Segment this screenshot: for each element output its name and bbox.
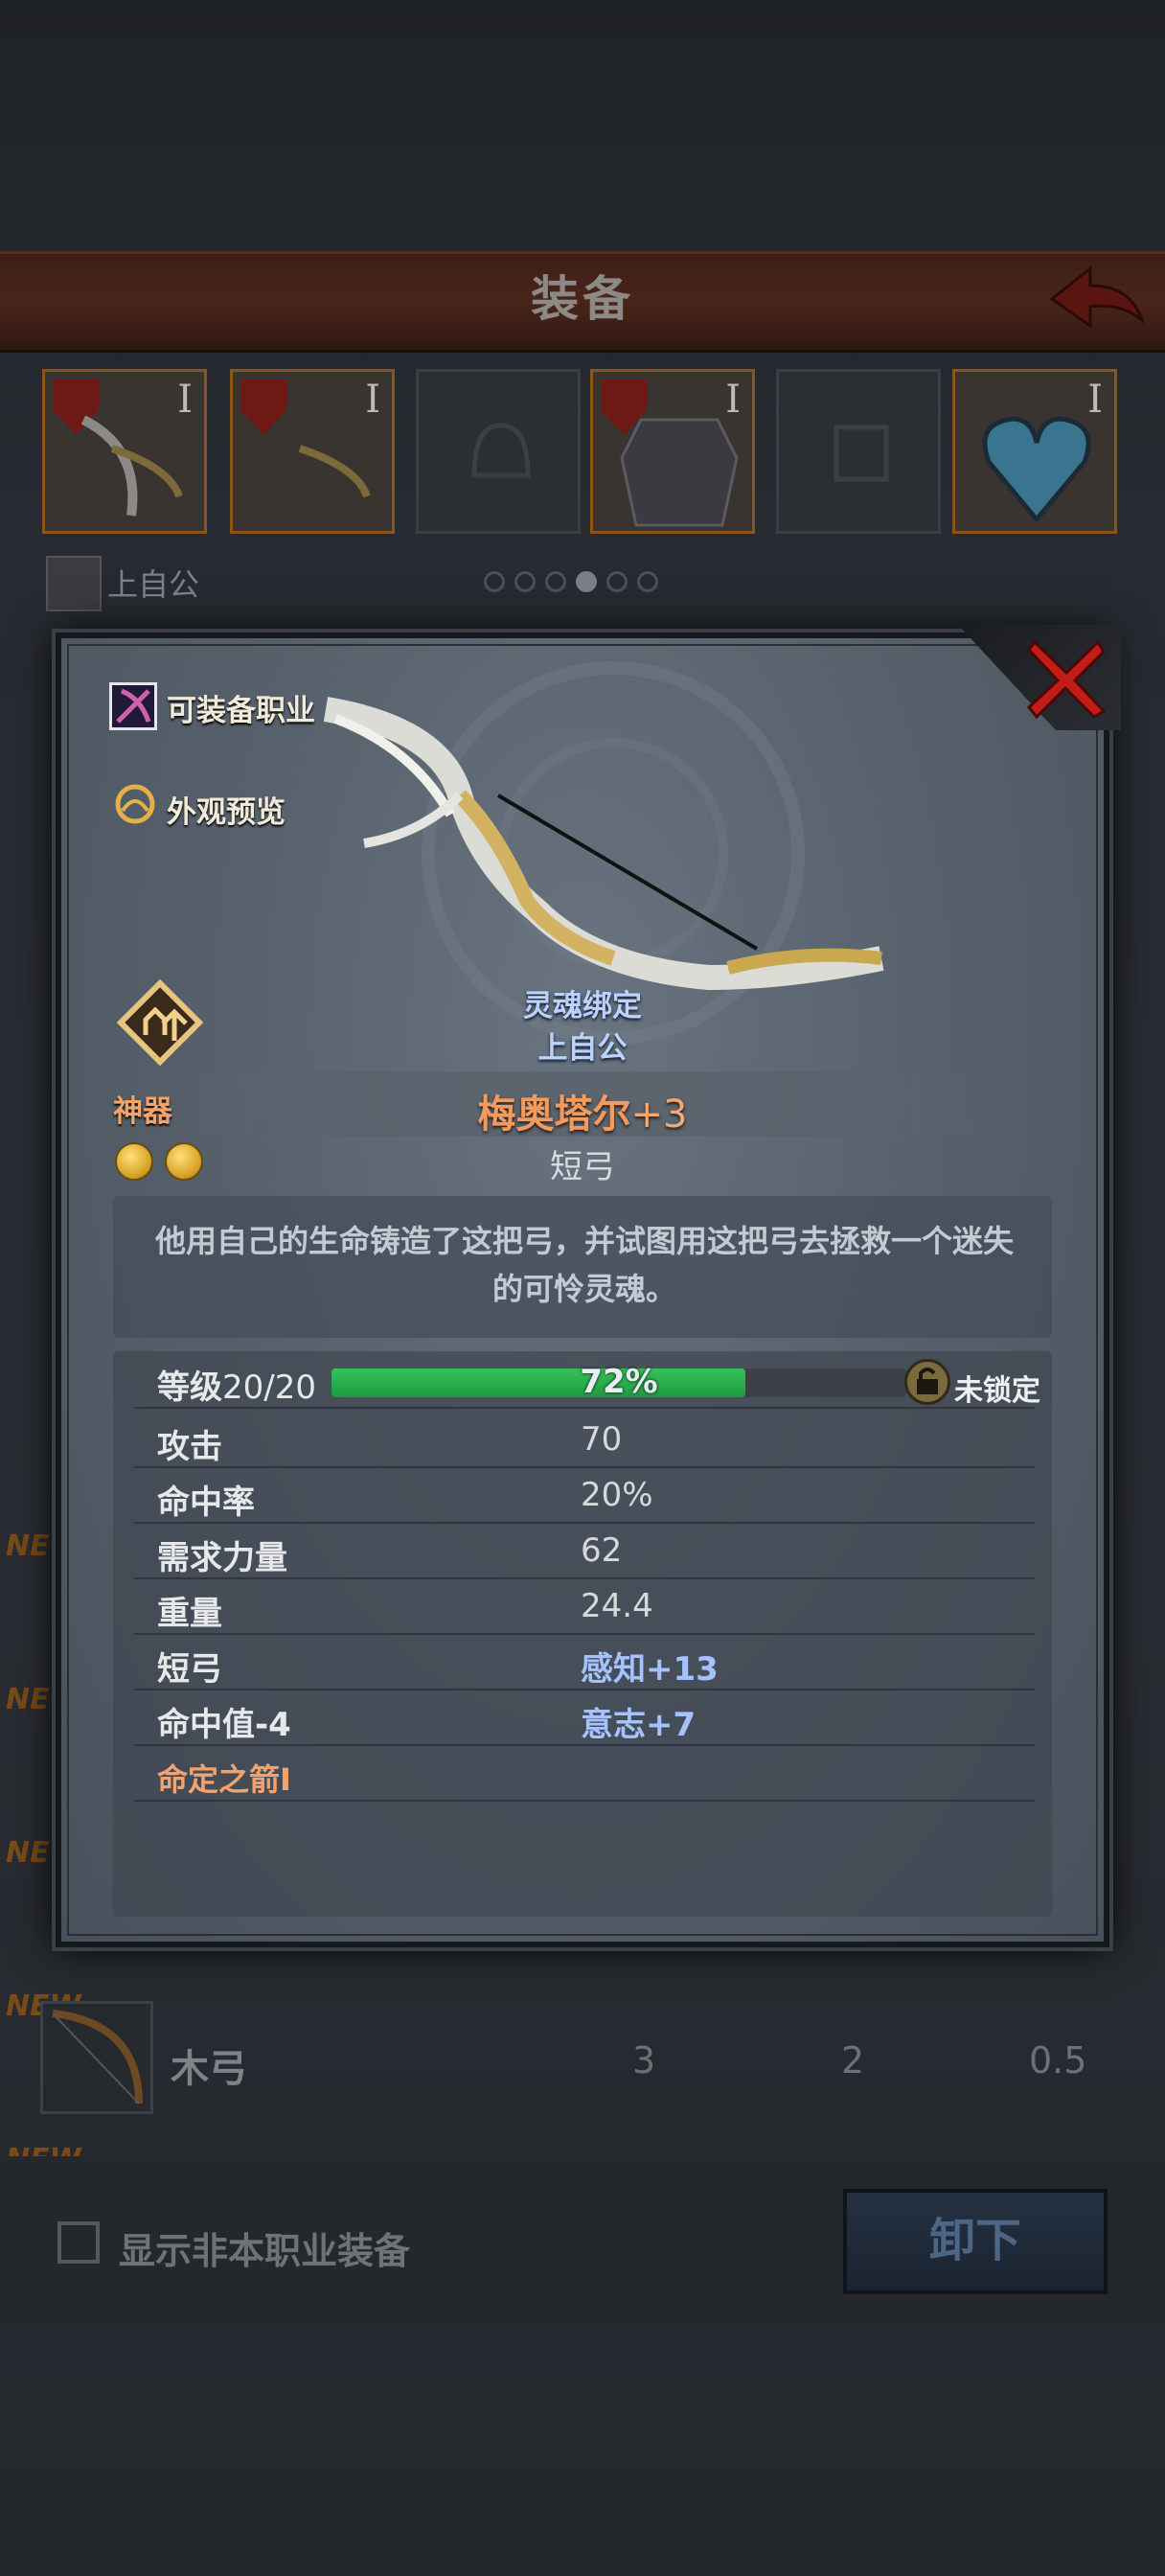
equip-slot-1[interactable]: I [42,369,207,534]
close-icon [1026,639,1107,720]
equip-slot-2[interactable]: I [230,369,395,534]
equip-slot-3-empty[interactable] [416,369,581,534]
close-button[interactable] [1023,634,1109,721]
item-enhance-level: +3 [630,1092,688,1137]
wooden-bow-icon [52,2010,143,2104]
exp-percent: 72% [580,1363,658,1401]
heart-amulet-icon [982,416,1091,523]
stat-value: 20% [581,1476,653,1514]
page-dot [606,571,628,592]
appearance-preview-button[interactable]: 外观预览 [167,788,286,831]
item-name: 梅奥塔尔+3 [0,1083,1165,1138]
bow-icon [298,445,371,498]
back-button[interactable] [1044,261,1150,337]
bonus-right: 意志+7 [581,1706,697,1744]
page-dot-active [576,571,597,592]
show-other-class-label: 显示非本职业装备 [119,2230,411,2272]
stat-label: 攻击 [157,1428,222,1466]
show-other-class-checkbox[interactable] [57,2221,100,2264]
armor-icon [620,418,739,527]
stat-value: 70 [581,1420,623,1459]
lock-icon[interactable] [904,1359,950,1405]
page-dot [637,571,658,592]
helmet-placeholder-icon [471,423,531,478]
bonus-left: 短弓 [157,1650,222,1689]
bonus-left: 命中值-4 [157,1706,291,1744]
equip-slot-4[interactable]: I [590,369,755,534]
item-description: 他用自己的生命铸造了这把弓，并试图用这把弓去拯救一个迷失的可怜灵魂。 [154,1223,1014,1307]
item-type: 短弓 [550,1148,615,1186]
unequip-button[interactable]: 卸下 [843,2189,1108,2294]
item-skill: 命定之箭I [157,1761,291,1798]
page-title: 装备 [531,271,634,327]
stat-label: 重量 [157,1595,222,1633]
item-name-text: 梅奥塔尔 [477,1092,631,1137]
level-value: 20/20 [222,1368,316,1407]
stat-label: 命中率 [157,1484,255,1522]
artifact-rarity-icon [116,978,204,1067]
appearance-preview-icon[interactable] [113,782,161,830]
armor-placeholder-icon [834,425,889,482]
stat-label: 需求力量 [157,1539,287,1577]
bonus-right: 感知+13 [581,1650,719,1689]
page-dot [514,571,536,592]
page-indicator [484,571,668,596]
equip-class-icon[interactable] [109,682,157,730]
character-avatar[interactable] [46,556,102,611]
list-item-icon[interactable] [40,2001,153,2114]
list-item-value: 2 [841,2039,865,2082]
character-name: 上自公 [107,566,200,603]
equip-slot-5-empty[interactable] [776,369,941,534]
stat-value: 24.4 [581,1587,653,1625]
list-item-value: 3 [632,2039,656,2082]
list-item-name[interactable]: 木弓 [171,2037,247,2093]
level-label: 等级20/20 [157,1368,316,1407]
lock-status[interactable]: 未锁定 [954,1367,1040,1409]
equip-class-button[interactable]: 可装备职业 [167,686,315,729]
bow-icon [80,415,183,517]
equip-slot-6[interactable]: I [952,369,1117,534]
page-dot [545,571,566,592]
stat-value: 62 [581,1531,623,1570]
back-arrow-icon [1049,264,1146,329]
list-item-value: 0.5 [1029,2039,1087,2082]
page-dot [484,571,505,592]
